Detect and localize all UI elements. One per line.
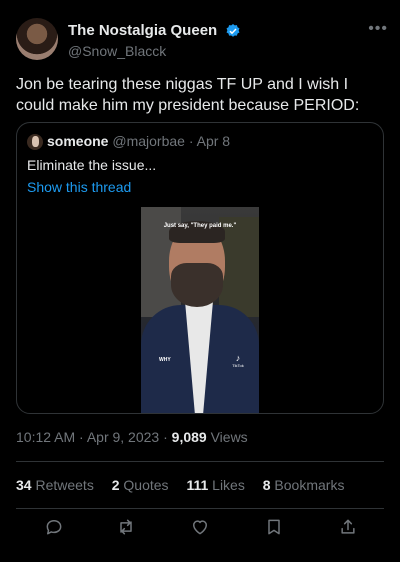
share-icon[interactable] — [338, 517, 360, 539]
video-background-right — [219, 217, 259, 317]
quote-date: Apr 8 — [196, 133, 231, 149]
stat-likes[interactable]: 111 Likes — [186, 477, 244, 493]
quote-video[interactable]: Just say, "They paid me." WHY ♪ TikTok — [141, 207, 259, 413]
tiktok-icon: ♪ — [235, 353, 241, 363]
reply-icon[interactable] — [44, 517, 66, 539]
retweets-label: Retweets — [31, 477, 94, 493]
tweet-actions — [16, 515, 384, 543]
quote-separator: · — [184, 133, 197, 149]
quote-header: someone @majorbae · Apr 8 — [27, 133, 231, 151]
retweets-count: 34 — [16, 477, 32, 493]
stat-bookmarks[interactable]: 8 Bookmarks — [263, 477, 345, 493]
tweet-text: Jon be tearing these niggas TF UP and I … — [16, 76, 360, 114]
tweet-stats: 34 Retweets 2 Quotes 111 Likes 8 Bookmar… — [16, 477, 358, 493]
quoted-tweet[interactable]: someone @majorbae · Apr 8 Eliminate the … — [16, 122, 384, 414]
more-icon[interactable]: ••• — [368, 20, 388, 38]
likes-count: 111 — [186, 477, 209, 493]
views-count: 9,089 — [171, 429, 207, 445]
stat-retweets[interactable]: 34 Retweets — [16, 477, 94, 493]
tiktok-watermark-label: TikTok — [232, 363, 244, 368]
quotes-label: Quotes — [119, 477, 169, 493]
tweet-timestamp: 10:12 AM · Apr 9, 2023 · 9,089 Views — [16, 429, 248, 445]
divider-top — [16, 461, 384, 462]
quote-text: Eliminate the issue... — [27, 157, 157, 173]
tiktok-watermark: ♪ TikTok — [223, 353, 253, 368]
quote-avatar — [27, 134, 43, 151]
verified-badge-icon — [225, 23, 241, 39]
bookmarks-count: 8 — [262, 477, 271, 493]
quote-author-name: someone — [47, 133, 109, 149]
likes-label: Likes — [208, 477, 245, 493]
retweet-icon[interactable] — [116, 517, 138, 539]
views-label: Views — [206, 429, 248, 445]
tweet-time-date[interactable]: 10:12 AM · Apr 9, 2023 · — [16, 429, 172, 445]
author-display-name[interactable]: The Nostalgia Queen — [68, 22, 217, 39]
divider-bottom — [16, 508, 384, 509]
video-subtitle: WHY — [159, 357, 171, 363]
video-caption: Just say, "They paid me." — [163, 223, 237, 229]
video-person-beard — [171, 263, 223, 307]
like-icon[interactable] — [190, 517, 212, 539]
stat-quotes[interactable]: 2 Quotes — [112, 477, 169, 493]
author-handle[interactable]: @Snow_Blacck — [68, 43, 241, 59]
quote-author-handle: @majorbae — [112, 133, 185, 149]
show-thread-link[interactable]: Show this thread — [27, 179, 131, 195]
author-avatar[interactable] — [16, 18, 58, 60]
bookmarks-label: Bookmarks — [270, 477, 345, 493]
author-names: The Nostalgia Queen @Snow_Blacck — [68, 22, 241, 59]
tweet-header: The Nostalgia Queen @Snow_Blacck ••• — [16, 18, 388, 62]
quotes-count: 2 — [111, 477, 120, 493]
bookmark-icon[interactable] — [264, 517, 286, 539]
